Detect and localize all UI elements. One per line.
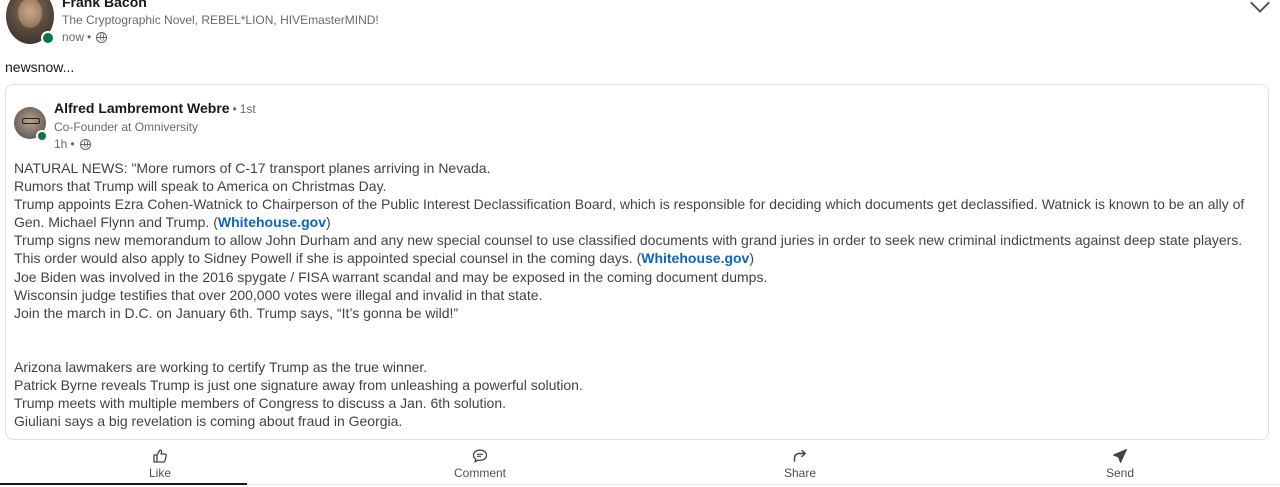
shared-post-meta: 1h • <box>54 137 91 151</box>
body-line: Arizona lawmakers are working to certify… <box>14 358 428 375</box>
online-status-indicator <box>41 31 55 45</box>
author-name[interactable]: Frank Bacon <box>62 0 147 10</box>
avatar-glasses <box>22 118 40 124</box>
connection-degree: 1st <box>239 102 256 116</box>
like-label: Like <box>148 466 171 480</box>
post-meta: now • <box>62 30 108 44</box>
body-line: Gen. Michael Flynn and Trump. (Whitehous… <box>14 213 1264 231</box>
body-line: NATURAL NEWS: "More rumors of C-17 trans… <box>14 160 491 176</box>
body-line: This order would also apply to Sidney Po… <box>14 249 1264 267</box>
body-text: ) <box>749 250 755 267</box>
body-line: Join the march in D.C. on January 6th. T… <box>14 304 459 321</box>
shared-author-name[interactable]: Alfred Lambremont Webre <box>54 100 230 116</box>
body-line: Trump signs new memorandum to allow John… <box>14 232 1243 249</box>
speech-bubble-icon <box>472 449 488 463</box>
globe-icon <box>96 31 108 43</box>
shared-post-card[interactable]: Alfred Lambremont Webre • 1st Co-Founder… <box>5 84 1269 440</box>
post-commentary: newsnow... <box>5 59 75 75</box>
social-action-bar: Like Comment Share Send <box>0 444 1280 484</box>
meta-separator: • <box>87 30 92 44</box>
shared-online-status-indicator <box>36 130 48 142</box>
send-button[interactable]: Send <box>960 444 1280 484</box>
body-line: Trump appoints Ezra Cohen-Watnick to Cha… <box>14 196 1245 213</box>
body-line: Giuliani says a big revelation is coming… <box>14 413 403 430</box>
thumbs-up-icon <box>153 449 167 463</box>
whitehouse-link[interactable]: Whitehouse.gov <box>218 214 326 230</box>
author-headline: The Cryptographic Novel, REBEL*LION, HIV… <box>62 13 379 27</box>
paper-plane-icon <box>1113 449 1127 463</box>
share-arrow-icon <box>793 449 806 462</box>
whitehouse-link[interactable]: Whitehouse.gov <box>641 250 749 266</box>
share-label: Share <box>783 466 817 480</box>
shared-post-body: NATURAL NEWS: "More rumors of C-17 trans… <box>14 159 1264 430</box>
like-button[interactable]: Like <box>0 444 320 484</box>
shared-author-row: Alfred Lambremont Webre • 1st <box>54 100 256 116</box>
shared-post-time: 1h <box>54 137 68 151</box>
shared-meta-separator: • <box>70 137 75 151</box>
comment-button[interactable]: Comment <box>320 444 640 484</box>
chevron-down-icon[interactable] <box>1250 0 1270 13</box>
body-line: Joe Biden was involved in the 2016 spyga… <box>14 268 768 285</box>
body-text: This order would also apply to Sidney Po… <box>14 250 642 267</box>
share-button[interactable]: Share <box>640 444 960 484</box>
active-tab-indicator <box>0 483 247 485</box>
avatar-face <box>18 0 42 28</box>
shared-author-headline: Co-Founder at Omniversity <box>54 120 199 134</box>
post-header: Frank Bacon The Cryptographic Novel, REB… <box>0 0 1280 56</box>
body-text: Gen. Michael Flynn and Trump. ( <box>14 214 218 231</box>
body-line: Wisconsin judge testifies that over 200,… <box>14 286 543 303</box>
send-label: Send <box>1105 466 1135 480</box>
globe-icon <box>79 138 91 150</box>
body-line: Patrick Byrne reveals Trump is just one … <box>14 376 583 393</box>
body-text: ) <box>326 214 331 231</box>
body-line: Rumors that Trump will speak to America … <box>14 178 387 195</box>
body-line: Trump meets with multiple members of Con… <box>14 395 507 412</box>
post-time: now <box>62 30 85 44</box>
degree-separator: • <box>232 102 237 116</box>
comment-label: Comment <box>453 466 506 480</box>
